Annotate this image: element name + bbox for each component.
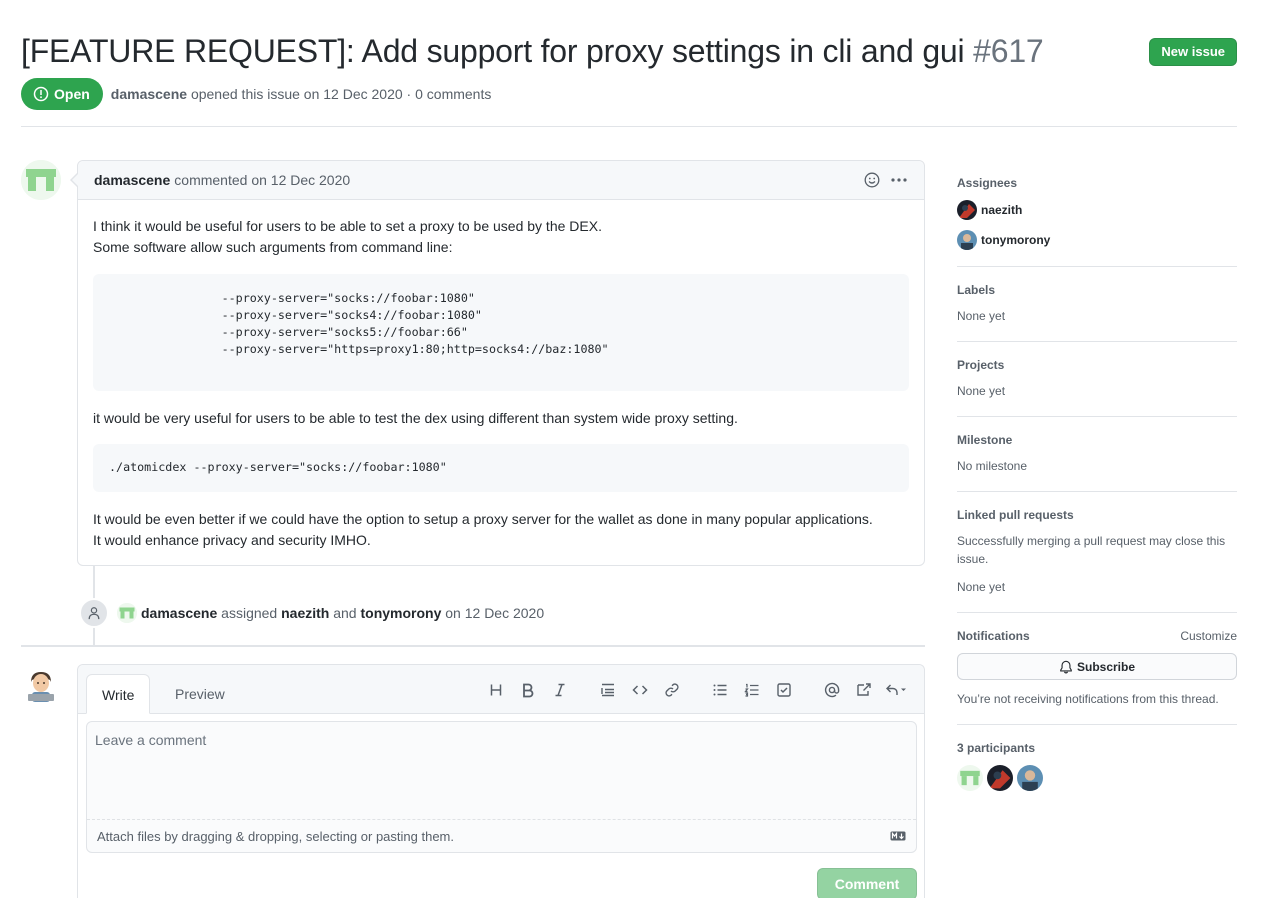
quote-icon[interactable]: [592, 679, 624, 701]
sidebar-projects[interactable]: Projects None yet: [957, 342, 1237, 417]
sidebar-projects-value: None yet: [957, 384, 1006, 398]
event-conjunction: and: [333, 605, 357, 621]
sidebar-linked-desc: Successfully merging a pull request may …: [957, 534, 1226, 566]
comment-editor: Write Preview Leave a comment Attach fil…: [77, 664, 925, 898]
markdown-toolbar: [480, 679, 912, 701]
attach-hint: Attach files by dragging & dropping, sel…: [97, 828, 454, 844]
sidebar-notifications: Notifications Customize Subscribe You’re…: [957, 613, 1237, 725]
avatar: [957, 230, 977, 250]
avatar: [957, 200, 977, 220]
code-block: --proxy-server="socks://foobar:1080" --p…: [93, 274, 909, 391]
sidebar-notifications-title: Notifications Customize: [957, 629, 1237, 643]
comment-textarea-wrapper: Leave a comment Attach files by dragging…: [86, 721, 917, 853]
issue-sidebar: Assignees naezith tonymorony Labels None…: [957, 160, 1237, 807]
avatar[interactable]: [987, 765, 1013, 791]
avatar[interactable]: [1017, 765, 1043, 791]
person-icon: [79, 598, 109, 628]
bold-icon[interactable]: [512, 679, 544, 701]
assignee-item[interactable]: naezith: [957, 200, 1237, 220]
heading-icon[interactable]: [480, 679, 512, 701]
event-timestamp[interactable]: on 12 Dec 2020: [445, 605, 544, 621]
tab-write[interactable]: Write: [86, 674, 151, 714]
cross-reference-icon[interactable]: [848, 679, 880, 701]
notifications-desc: You’re not receiving notifications from …: [957, 692, 1219, 706]
comment-text: It would enhance privacy and security IM…: [93, 532, 371, 548]
comment-timestamp[interactable]: commented on 12 Dec 2020: [174, 172, 350, 188]
sidebar-milestone-title[interactable]: Milestone: [957, 433, 1237, 447]
sidebar-assignees-title[interactable]: Assignees: [957, 176, 1237, 190]
bell-icon: [1060, 660, 1072, 673]
issue-opened-info: opened this issue on 12 Dec 2020 · 0 com…: [190, 86, 492, 102]
sidebar-projects-title[interactable]: Projects: [957, 358, 1237, 372]
timeline-event: damascene assigned naezith and tonymoron…: [79, 598, 544, 628]
event-actor-link[interactable]: damascene: [141, 605, 217, 621]
link-icon[interactable]: [656, 679, 688, 701]
subscribe-label: Subscribe: [1076, 659, 1136, 674]
task-list-icon[interactable]: [768, 679, 800, 701]
header-divider: [21, 126, 1237, 127]
comment-text: it would be very useful for users to be …: [93, 410, 738, 426]
issue-opened-icon: [33, 86, 49, 102]
sidebar-participants: 3 participants: [957, 725, 1237, 807]
unordered-list-icon[interactable]: [704, 679, 736, 701]
tab-preview[interactable]: Preview: [159, 674, 241, 714]
reply-icon[interactable]: [880, 679, 912, 701]
kebab-horizontal-icon[interactable]: [890, 172, 908, 188]
comment-textarea[interactable]: Leave a comment: [87, 722, 916, 820]
sidebar-labels-title[interactable]: Labels: [957, 283, 1237, 297]
comment-text: I think it would be useful for users to …: [93, 218, 602, 234]
sidebar-linked-title[interactable]: Linked pull requests: [957, 508, 1237, 522]
issue-meta-text: damascene opened this issue on 12 Dec 20…: [111, 86, 492, 102]
code-block: ./atomicdex --proxy-server="socks://foob…: [93, 444, 909, 492]
comment-text: Some software allow such arguments from …: [93, 239, 453, 255]
ordered-list-icon[interactable]: [736, 679, 768, 701]
attach-files-bar[interactable]: Attach files by dragging & dropping, sel…: [87, 820, 916, 852]
avatar[interactable]: [117, 603, 137, 623]
issue-title: [FEATURE REQUEST]: Add support for proxy…: [21, 30, 1237, 72]
comment-text: It would be even better if we could have…: [93, 511, 873, 527]
italic-icon[interactable]: [544, 679, 576, 701]
sidebar-milestone-value: No milestone: [957, 459, 1028, 473]
smiley-icon[interactable]: [864, 172, 880, 188]
issue-title-text: [FEATURE REQUEST]: Add support for proxy…: [21, 33, 965, 69]
sidebar-labels-value: None yet: [957, 309, 1006, 323]
assignee-item[interactable]: tonymorony: [957, 230, 1237, 250]
status-label: Open: [54, 86, 90, 102]
code-icon[interactable]: [624, 679, 656, 701]
event-action: assigned: [221, 605, 278, 621]
sidebar-linked-prs[interactable]: Linked pull requests Successfully mergin…: [957, 492, 1237, 613]
sidebar-milestone[interactable]: Milestone No milestone: [957, 417, 1237, 492]
sidebar-labels[interactable]: Labels None yet: [957, 267, 1237, 342]
comment-body: I think it would be useful for users to …: [78, 200, 924, 567]
assignee-name[interactable]: naezith: [981, 203, 1022, 217]
timeline-divider: [21, 645, 925, 647]
participants-list: [957, 765, 1237, 791]
notifications-label: Notifications: [957, 629, 1030, 643]
avatar[interactable]: [27, 670, 55, 702]
sidebar-assignees[interactable]: Assignees naezith tonymorony: [957, 160, 1237, 267]
avatar[interactable]: [21, 160, 61, 200]
assignee-name[interactable]: tonymorony: [981, 233, 1050, 247]
customize-link[interactable]: Customize: [1180, 629, 1237, 643]
event-assignee-link[interactable]: tonymorony: [360, 605, 441, 621]
comment-box: damascene commented on 12 Dec 2020 I thi…: [70, 160, 925, 567]
comment-header: damascene commented on 12 Dec 2020: [78, 161, 924, 200]
mention-icon[interactable]: [816, 679, 848, 701]
sidebar-linked-value: None yet: [957, 580, 1006, 594]
editor-header: Write Preview: [78, 665, 924, 714]
subscribe-button[interactable]: Subscribe: [957, 653, 1237, 680]
status-badge: Open: [21, 78, 103, 110]
avatar[interactable]: [957, 765, 983, 791]
markdown-icon[interactable]: [890, 829, 906, 844]
participants-title: 3 participants: [957, 741, 1036, 755]
comment-submit-button[interactable]: Comment: [817, 868, 917, 898]
issue-number: #617: [973, 33, 1044, 69]
issue-header: [FEATURE REQUEST]: Add support for proxy…: [21, 30, 1237, 72]
comment-author-link[interactable]: damascene: [94, 172, 170, 188]
event-text: damascene assigned naezith and tonymoron…: [141, 605, 544, 621]
event-assignee-link[interactable]: naezith: [281, 605, 329, 621]
issue-meta: Open damascene opened this issue on 12 D…: [21, 78, 491, 110]
new-issue-button[interactable]: New issue: [1149, 38, 1237, 66]
issue-author-link[interactable]: damascene: [111, 86, 187, 102]
